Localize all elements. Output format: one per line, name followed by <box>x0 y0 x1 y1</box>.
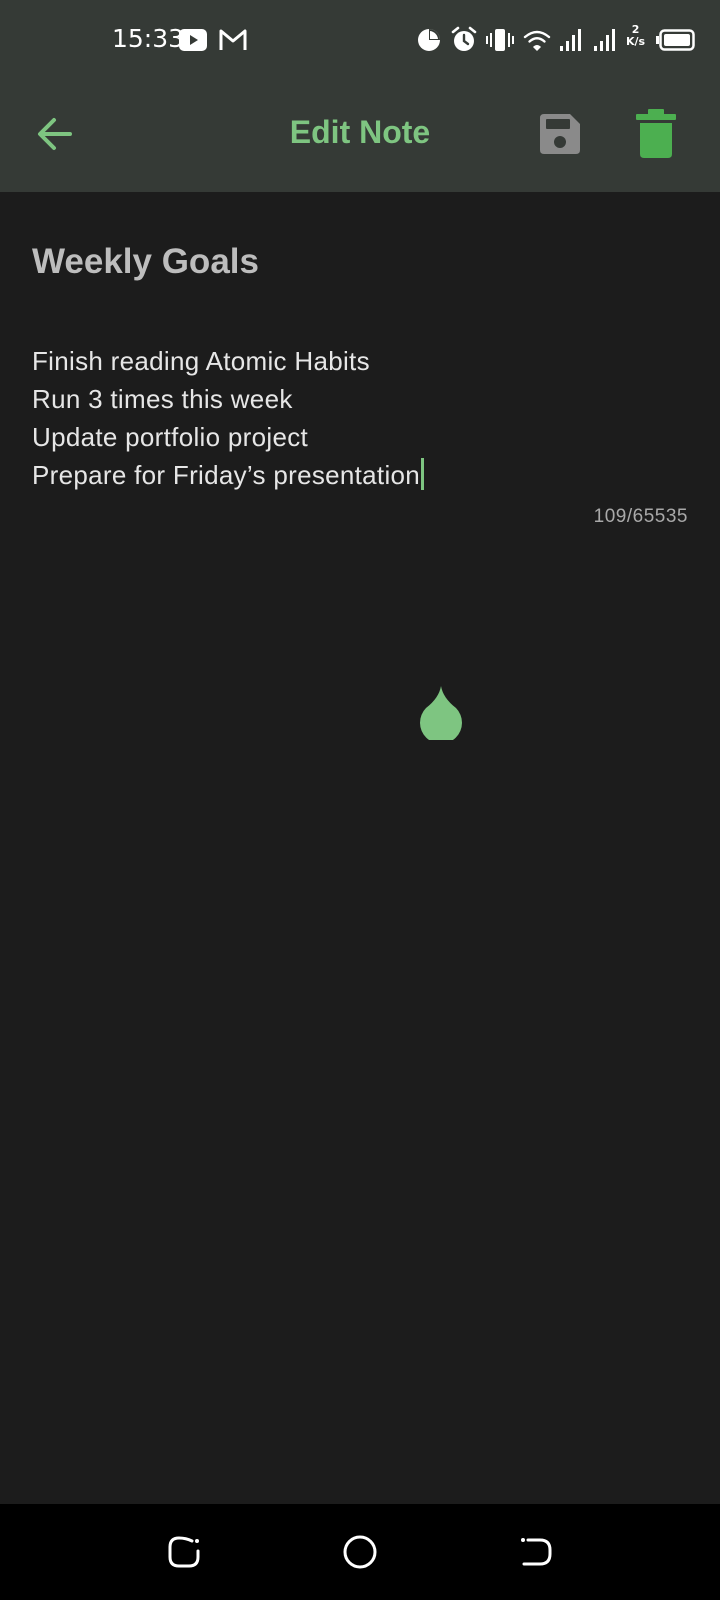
save-icon[interactable] <box>536 110 584 158</box>
recents-icon[interactable] <box>164 1532 204 1572</box>
data-saver-icon <box>418 29 440 51</box>
wifi-icon <box>523 30 551 51</box>
status-time: 15:33 <box>112 24 185 53</box>
text-cursor <box>421 458 425 490</box>
app-bar: Edit Note <box>0 80 720 192</box>
network-speed-unit: K/s <box>626 35 646 48</box>
note-title-input[interactable] <box>32 242 682 282</box>
note-line: Finish reading Atomic Habits <box>32 346 370 376</box>
gmail-icon <box>219 29 247 50</box>
back-icon[interactable] <box>516 1532 556 1572</box>
note-body-input[interactable]: Finish reading Atomic Habits Run 3 times… <box>32 342 682 494</box>
network-speed: 2 K/s <box>626 24 645 48</box>
cursor-handle[interactable] <box>418 684 464 740</box>
delete-icon[interactable] <box>632 108 680 160</box>
vibrate-icon <box>486 29 514 51</box>
status-bar: 15:33 2 K/s <box>0 0 720 80</box>
battery-icon <box>656 29 695 51</box>
page-title: Edit Note <box>289 114 431 150</box>
home-icon[interactable] <box>340 1532 380 1572</box>
note-line-last: Prepare for Friday’s presentation <box>32 456 682 494</box>
character-counter: 109/65535 <box>593 506 688 527</box>
signal-icon <box>560 29 581 51</box>
note-line-text: Prepare for Friday’s presentation <box>32 460 421 490</box>
alarm-icon <box>451 26 477 51</box>
note-line: Run 3 times this week <box>32 384 293 414</box>
navigation-bar <box>0 1504 720 1600</box>
note-line: Update portfolio project <box>32 422 309 452</box>
signal-icon <box>594 29 615 51</box>
note-editor: Finish reading Atomic Habits Run 3 times… <box>0 192 720 1504</box>
youtube-icon <box>179 29 207 51</box>
